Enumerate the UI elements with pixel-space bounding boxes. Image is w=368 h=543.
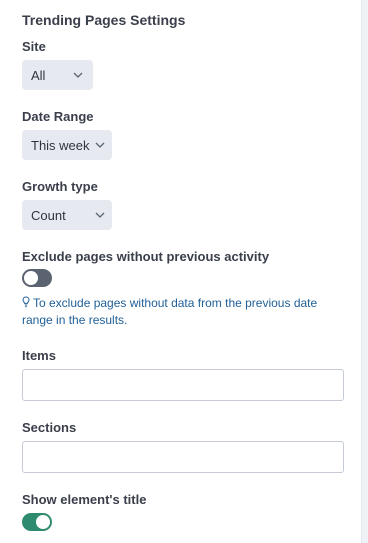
- items-label: Items: [22, 348, 56, 363]
- date-range-select-value: This week: [31, 137, 90, 153]
- items-input[interactable]: [22, 369, 344, 401]
- exclude-pages-toggle[interactable]: [22, 269, 52, 287]
- growth-type-select[interactable]: Count: [22, 200, 112, 230]
- lightbulb-icon: [22, 296, 30, 308]
- date-range-label: Date Range: [22, 109, 94, 124]
- growth-type-select-value: Count: [31, 207, 66, 223]
- sections-label: Sections: [22, 420, 77, 435]
- panel-title: Trending Pages Settings: [22, 12, 186, 28]
- chevron-down-icon: [95, 142, 105, 148]
- toggle-knob: [24, 271, 38, 285]
- site-select[interactable]: All: [22, 60, 93, 90]
- exclude-pages-hint: To exclude pages without data from the p…: [22, 295, 344, 329]
- date-range-select[interactable]: This week: [22, 130, 112, 160]
- site-label: Site: [22, 39, 46, 54]
- exclude-pages-label: Exclude pages without previous activity: [22, 249, 270, 264]
- chevron-down-icon: [73, 72, 83, 78]
- show-title-toggle[interactable]: [22, 513, 52, 531]
- sections-input[interactable]: [22, 441, 344, 473]
- site-select-value: All: [31, 67, 46, 83]
- chevron-down-icon: [95, 212, 105, 218]
- toggle-knob: [36, 515, 50, 529]
- growth-type-label: Growth type: [22, 179, 98, 194]
- show-title-label: Show element's title: [22, 492, 147, 507]
- panel-edge: [361, 0, 368, 543]
- exclude-pages-hint-text: To exclude pages without data from the p…: [22, 296, 318, 327]
